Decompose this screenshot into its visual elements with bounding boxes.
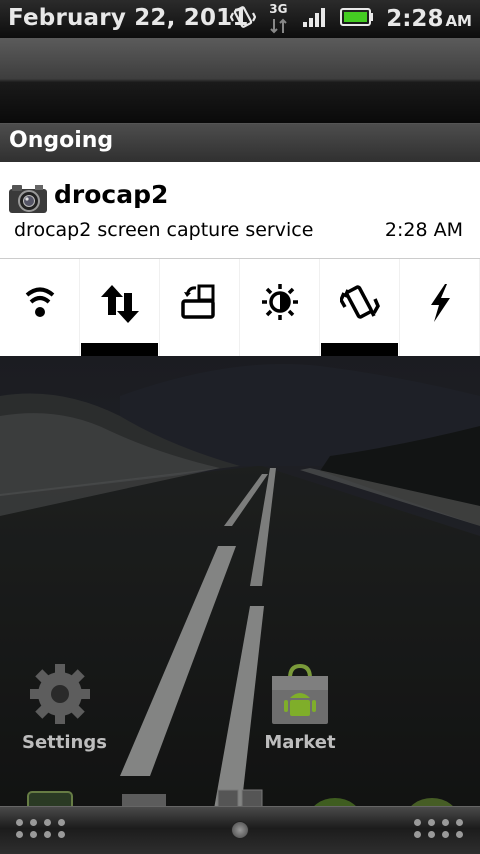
section-header-ongoing: Ongoing [0, 124, 480, 162]
page-dot [428, 831, 435, 838]
status-bar[interactable]: February 22, 2011 3G 2:28 AM [0, 0, 480, 38]
brightness-icon [261, 283, 299, 357]
status-ampm: AM [445, 12, 472, 30]
toggle-active-indicator [321, 343, 398, 357]
page-dot [44, 819, 51, 826]
page-dots-left[interactable] [16, 819, 66, 838]
gear-icon [28, 662, 92, 726]
quick-toggles [0, 258, 480, 357]
status-time-value: 2:28 [386, 6, 444, 32]
page-dot [428, 819, 435, 826]
home-wallpaper: Settings Market [0, 356, 480, 854]
wifi-icon [22, 283, 58, 357]
page-dot [456, 831, 463, 838]
toggle-flash[interactable] [400, 259, 480, 357]
page-dot [30, 819, 37, 826]
page-dot [16, 819, 23, 826]
rotate-icon [180, 283, 219, 357]
battery-icon [340, 7, 374, 31]
toggle-auto-rotate[interactable] [160, 259, 240, 357]
status-time: 2:28 AM [386, 6, 472, 32]
app-label-market: Market [264, 732, 336, 753]
camera-icon [8, 182, 48, 218]
app-shortcut-market[interactable]: Market [262, 662, 338, 753]
dock-bar [0, 806, 480, 854]
signal-icon [302, 6, 328, 32]
page-dot [456, 819, 463, 826]
notification-shade-header [0, 38, 480, 124]
network-label: 3G [269, 2, 288, 16]
page-dots-right[interactable] [414, 819, 464, 838]
status-date: February 22, 2011 [8, 5, 249, 31]
toggle-vibrate[interactable] [320, 259, 400, 357]
app-shortcut-settings[interactable]: Settings [22, 662, 107, 753]
toggle-wifi[interactable] [0, 259, 80, 357]
vibrate-icon [230, 4, 257, 34]
notification-description: drocap2 screen capture service [14, 219, 314, 241]
page-dot [442, 831, 449, 838]
app-label-settings: Settings [22, 732, 107, 753]
notification-time: 2:28 AM [384, 219, 463, 241]
page-dot [30, 831, 37, 838]
home-dot-button[interactable] [231, 821, 249, 839]
toggle-brightness[interactable] [240, 259, 320, 357]
page-dot [442, 819, 449, 826]
notification-title: drocap2 [54, 180, 169, 209]
toggle-active-indicator [81, 343, 158, 357]
toggle-mobile-data[interactable] [80, 259, 160, 357]
page-dot [16, 831, 23, 838]
page-dot [414, 819, 421, 826]
page-dot [58, 831, 65, 838]
market-bag-icon [268, 662, 332, 726]
page-dot [58, 819, 65, 826]
flash-icon [425, 283, 455, 357]
page-dot [44, 831, 51, 838]
page-dot [414, 831, 421, 838]
status-icons: 3G 2:28 AM [230, 0, 472, 38]
notification-item[interactable]: drocap2 drocap2 screen capture service 2… [0, 162, 480, 258]
network-3g-icon: 3G [268, 2, 290, 36]
